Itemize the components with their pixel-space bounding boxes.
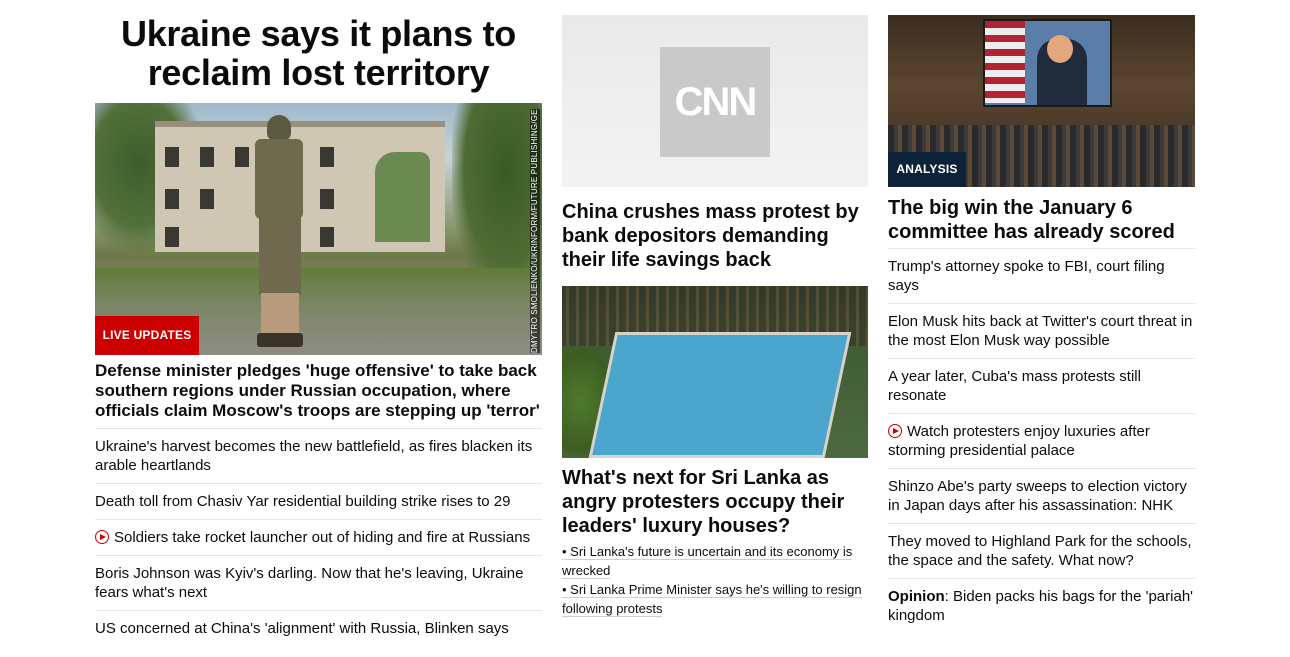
- list-item[interactable]: Elon Musk hits back at Twitter's court t…: [888, 303, 1195, 358]
- main-headline-link[interactable]: Ukraine says it plans to reclaim lost te…: [95, 14, 542, 92]
- list-item[interactable]: Death toll from Chasiv Yar residential b…: [95, 483, 542, 519]
- sri-lanka-pool-image[interactable]: [562, 286, 868, 458]
- sri-lanka-headline-link[interactable]: What's next for Sri Lanka as angry prote…: [562, 466, 868, 538]
- list-item[interactable]: Watch protesters enjoy luxuries after st…: [888, 413, 1195, 468]
- bullet-link[interactable]: • Sri Lanka's future is uncertain and it…: [562, 544, 853, 579]
- us-flag: [985, 21, 1025, 103]
- ukraine-lead-link[interactable]: Defense minister pledges 'huge offensive…: [95, 361, 542, 421]
- list-item[interactable]: Shinzo Abe's party sweeps to election vi…: [888, 468, 1195, 523]
- play-video-icon: [888, 424, 902, 438]
- soldier-figure: [245, 115, 315, 347]
- story-link[interactable]: Boris Johnson was Kyiv's darling. Now th…: [95, 565, 523, 601]
- sri-lanka-bullet-links: • Sri Lanka's future is uncertain and it…: [562, 542, 868, 618]
- story-link[interactable]: Soldiers take rocket launcher out of hid…: [114, 529, 530, 546]
- story-link[interactable]: Elon Musk hits back at Twitter's court t…: [888, 313, 1192, 349]
- story-link[interactable]: Watch protesters enjoy luxuries after st…: [888, 423, 1150, 459]
- china-headline-link[interactable]: China crushes mass protest by bank depos…: [562, 200, 868, 272]
- list-item[interactable]: They moved to Highland Park for the scho…: [888, 523, 1195, 578]
- bullet-link[interactable]: • Sri Lanka Prime Minister says he's wil…: [562, 582, 862, 617]
- swimming-pool: [588, 332, 852, 458]
- analysis-badge: ANALYSIS: [888, 152, 966, 187]
- story-link[interactable]: A year later, Cuba's mass protests still…: [888, 368, 1141, 404]
- story-link[interactable]: They moved to Highland Park for the scho…: [888, 533, 1192, 569]
- list-item[interactable]: Opinion: Biden packs his bags for the 'p…: [888, 578, 1195, 633]
- list-item[interactable]: Boris Johnson was Kyiv's darling. Now th…: [95, 555, 542, 610]
- hearing-screen: [983, 19, 1112, 107]
- opinion-label: Opinion: [888, 588, 945, 605]
- opinion-link[interactable]: Opinion: Biden packs his bags for the 'p…: [888, 588, 1193, 624]
- list-item[interactable]: Ukraine's harvest becomes the new battle…: [95, 428, 542, 483]
- jan6-hearing-image[interactable]: ANALYSIS: [888, 15, 1195, 187]
- list-item[interactable]: Trump's attorney spoke to FBI, court fil…: [888, 248, 1195, 303]
- story-link[interactable]: Death toll from Chasiv Yar residential b…: [95, 493, 510, 510]
- live-updates-badge: LIVE UPDATES: [95, 316, 199, 355]
- trees-right: [452, 103, 542, 293]
- jan6-headline-link[interactable]: The big win the January 6 committee has …: [888, 196, 1195, 244]
- story-link[interactable]: Ukraine's harvest becomes the new battle…: [95, 438, 532, 474]
- play-video-icon: [95, 530, 109, 544]
- china-story-image[interactable]: CNN: [562, 15, 868, 187]
- list-item[interactable]: A year later, Cuba's mass protests still…: [888, 358, 1195, 413]
- story-link[interactable]: Shinzo Abe's party sweeps to election vi…: [888, 478, 1187, 514]
- ukraine-related-links: Ukraine's harvest becomes the new battle…: [95, 428, 542, 646]
- story-link[interactable]: Trump's attorney spoke to FBI, court fil…: [888, 258, 1165, 294]
- image-credit: DMYTRO SMOLIENKO/UKRINFORM/FUTURE PUBLIS…: [530, 109, 540, 353]
- story-link[interactable]: US concerned at China's 'alignment' with…: [95, 620, 509, 637]
- list-item[interactable]: Soldiers take rocket launcher out of hid…: [95, 519, 542, 555]
- list-item[interactable]: US concerned at China's 'alignment' with…: [95, 610, 542, 646]
- cnn-logo: CNN: [660, 47, 770, 157]
- politics-related-links: Trump's attorney spoke to FBI, court fil…: [888, 248, 1195, 633]
- ukraine-hero-image[interactable]: DMYTRO SMOLIENKO/UKRINFORM/FUTURE PUBLIS…: [95, 103, 542, 355]
